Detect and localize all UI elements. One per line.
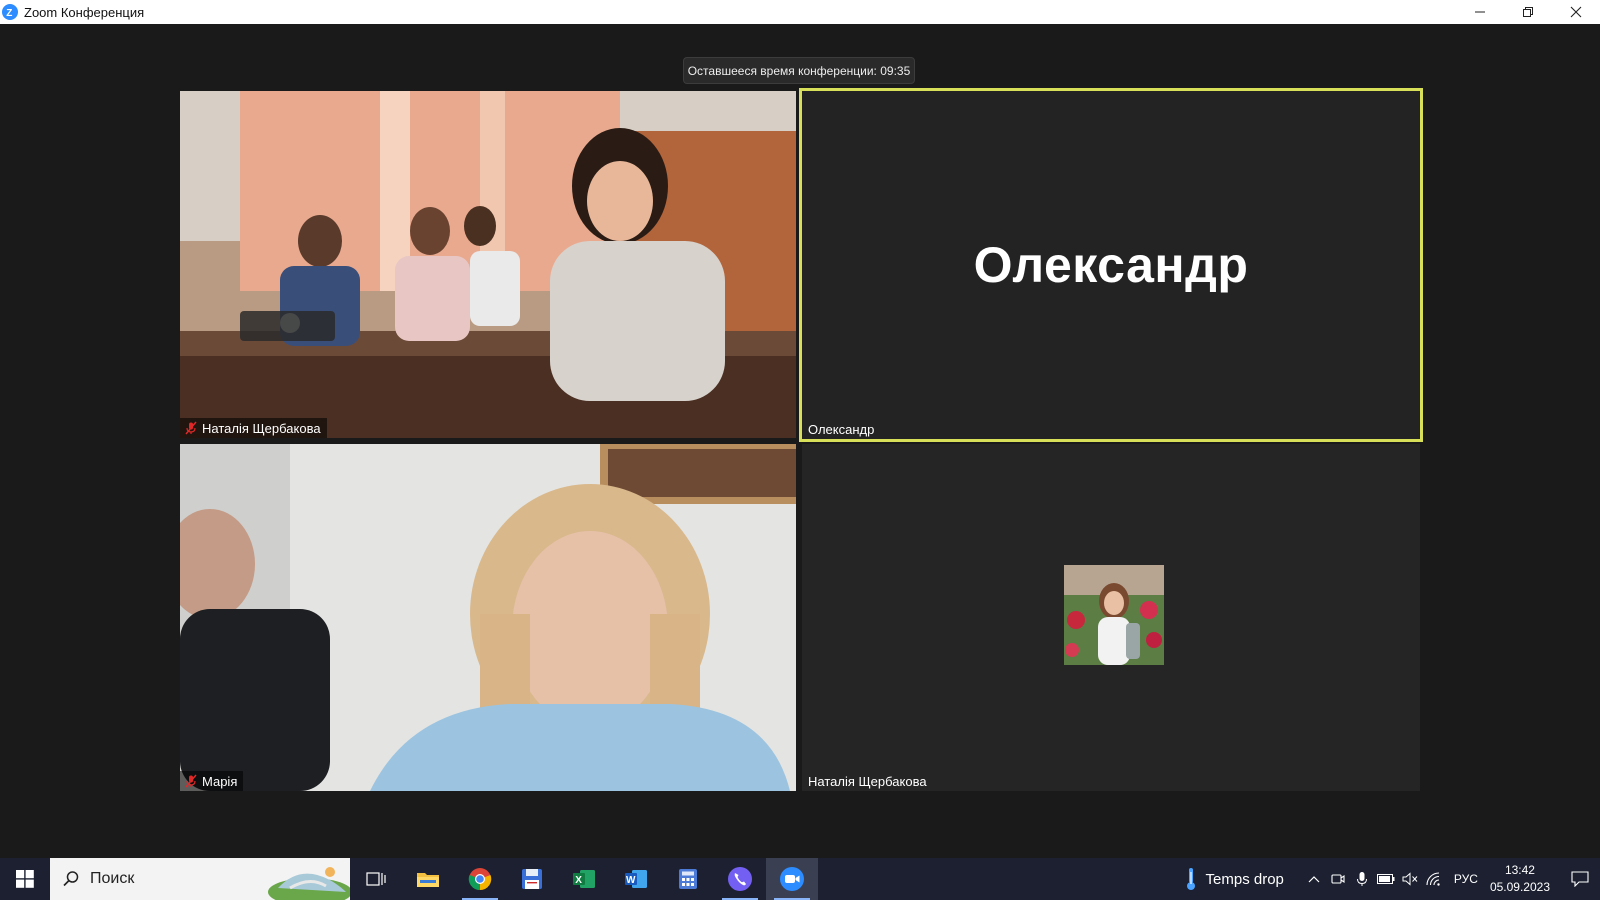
microphone-icon — [1356, 872, 1367, 886]
wifi-icon — [1426, 872, 1440, 886]
search-placeholder: Поиск — [90, 870, 135, 887]
classroom-video — [180, 91, 796, 438]
zoom-taskbar-button[interactable] — [766, 858, 818, 900]
video-tile-active-speaker[interactable]: Олександр Олександр — [799, 88, 1423, 442]
minimize-button[interactable] — [1456, 0, 1504, 24]
clock-time: 13:42 — [1504, 863, 1535, 877]
taskbar: Поиск X W Temps drop РУС 13:42 05.09.202… — [0, 858, 1600, 900]
volume-muted-icon — [1402, 872, 1418, 886]
participant-name: Марія — [202, 773, 238, 789]
search-highlight-icon — [268, 867, 350, 900]
muted-mic-icon — [185, 774, 197, 788]
notification-icon — [1571, 871, 1589, 887]
camera-tray-button[interactable] — [1326, 858, 1350, 900]
participant-name: Олександр — [808, 421, 875, 437]
participant-label: Марія — [180, 771, 244, 791]
input-language[interactable]: РУС — [1454, 872, 1478, 886]
title-bar: Z Zoom Конференция — [0, 0, 1600, 24]
show-hidden-icons-button[interactable] — [1302, 858, 1326, 900]
svg-text:W: W — [626, 875, 636, 886]
battery-icon — [1376, 874, 1395, 884]
close-icon — [1570, 6, 1582, 18]
restore-button[interactable] — [1504, 0, 1552, 24]
word-icon: W — [625, 870, 647, 888]
volume-tray-button[interactable] — [1398, 858, 1422, 900]
video-tile-1[interactable]: Наталія Щербакова — [180, 91, 796, 438]
video-tile-4[interactable]: Наталія Щербакова — [802, 444, 1420, 791]
participant-name: Наталія Щербакова — [202, 420, 321, 436]
start-button[interactable] — [0, 858, 50, 900]
clock-date: 05.09.2023 — [1489, 880, 1550, 894]
windows-icon — [16, 870, 34, 888]
weather-text: Temps drop — [1205, 870, 1284, 888]
chevron-up-icon — [1308, 876, 1320, 883]
muted-mic-icon — [185, 421, 197, 435]
word-button[interactable]: W — [610, 858, 662, 900]
restore-icon — [1523, 7, 1533, 17]
weather-widget[interactable]: Temps drop — [1184, 867, 1284, 891]
notification-center-button[interactable] — [1560, 858, 1600, 900]
save-app-button[interactable] — [506, 858, 558, 900]
excel-icon: X — [573, 870, 595, 888]
participant-label: Наталія Щербакова — [802, 771, 933, 791]
folder-icon — [417, 873, 439, 887]
task-view-button[interactable] — [350, 858, 402, 900]
participant-display-name: Олександр — [973, 237, 1249, 293]
floppy-disk-icon — [522, 869, 542, 889]
thermometer-icon — [1186, 868, 1195, 890]
battery-tray-button[interactable] — [1374, 858, 1398, 900]
window-title: Zoom Конференция — [24, 4, 145, 20]
window-controls — [1456, 0, 1600, 24]
avatar-photo — [1064, 565, 1164, 665]
svg-text:X: X — [575, 875, 582, 886]
minimize-icon — [1475, 11, 1485, 13]
zoom-logo-icon: Z — [2, 4, 18, 20]
svg-text:Z: Z — [6, 8, 12, 18]
participant-name: Наталія Щербакова — [808, 773, 927, 789]
chrome-button[interactable] — [454, 858, 506, 900]
taskbar-search[interactable]: Поиск — [50, 858, 350, 900]
search-icon — [63, 871, 79, 887]
chrome-icon — [468, 868, 492, 891]
close-button[interactable] — [1552, 0, 1600, 24]
participant-label: Наталія Щербакова — [180, 418, 327, 438]
network-tray-button[interactable] — [1422, 858, 1446, 900]
task-view-icon — [366, 872, 386, 886]
viber-button[interactable] — [714, 858, 766, 900]
video-tile-3[interactable]: Марія — [180, 444, 796, 791]
file-explorer-button[interactable] — [402, 858, 454, 900]
microphone-tray-button[interactable] — [1350, 858, 1374, 900]
zoom-app-icon — [780, 867, 804, 891]
system-tray: Temps drop РУС 13:42 05.09.2023 — [1184, 858, 1600, 900]
clock[interactable]: 13:42 05.09.2023 — [1490, 862, 1550, 896]
calculator-button[interactable] — [662, 858, 714, 900]
calculator-icon — [679, 869, 697, 889]
camera-icon — [1331, 874, 1345, 884]
meeting-stage: Оставшееся время конференции: 09:35 Ната… — [0, 24, 1600, 858]
participant-label: Олександр — [802, 419, 880, 439]
participant-avatar — [1064, 565, 1164, 665]
viber-icon — [728, 867, 752, 891]
participant-video — [180, 444, 796, 791]
meeting-timer: Оставшееся время конференции: 09:35 — [683, 57, 915, 84]
excel-button[interactable]: X — [558, 858, 610, 900]
